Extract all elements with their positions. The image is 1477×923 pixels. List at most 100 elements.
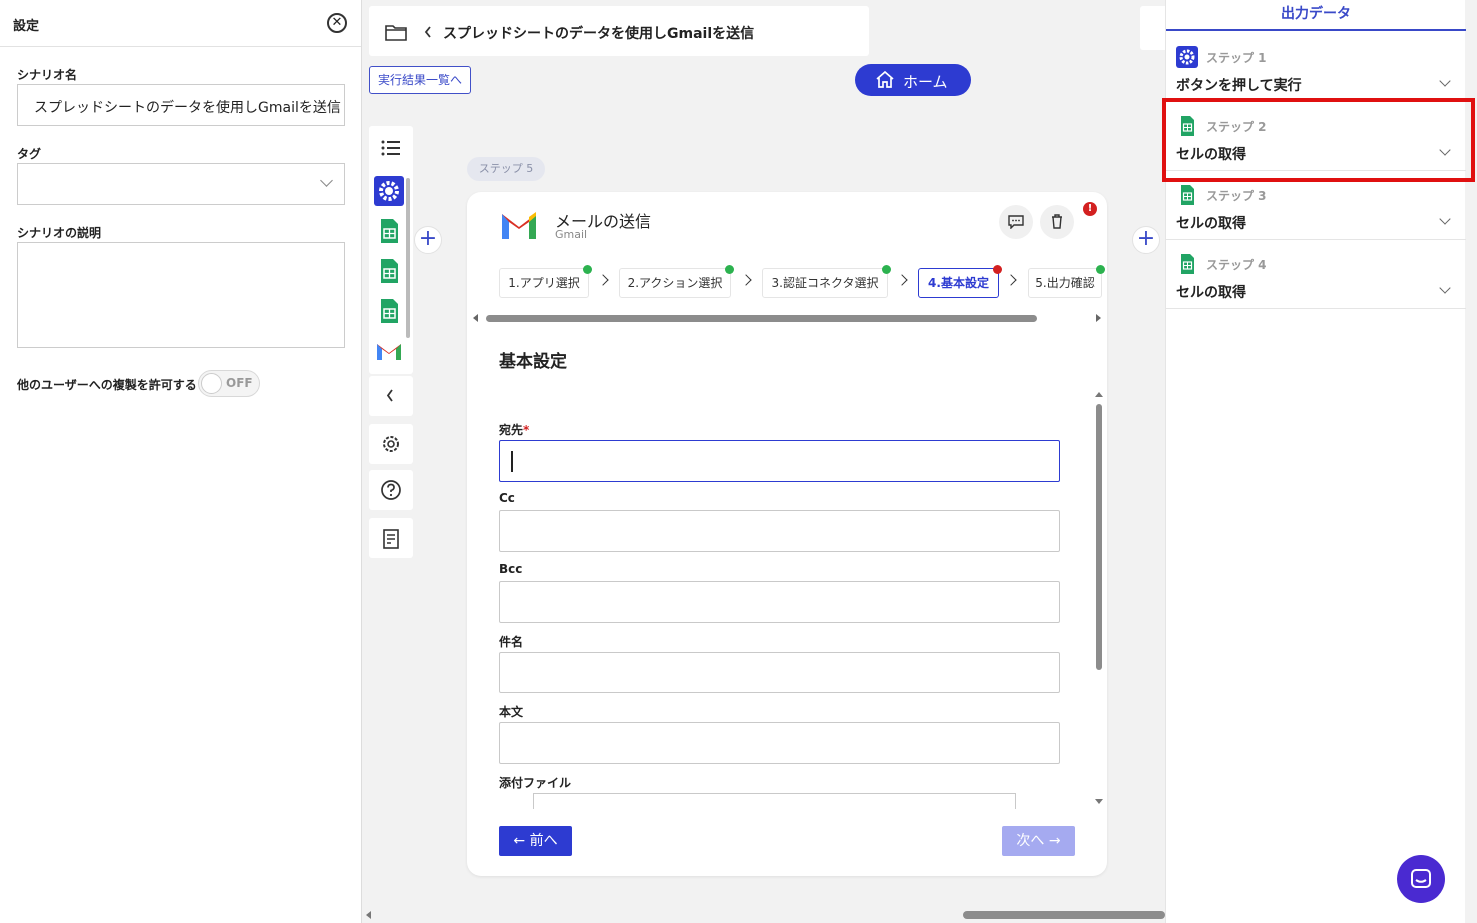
subject-input[interactable] (499, 652, 1060, 693)
step-label: ステップ 3 (1206, 189, 1267, 203)
collapse-button[interactable] (369, 376, 413, 416)
close-icon[interactable]: ✕ (327, 13, 347, 33)
tab-basic-settings[interactable]: 4.基本設定 (918, 265, 1002, 298)
step-name: セルの取得 (1176, 216, 1246, 232)
gmail-icon (502, 212, 536, 239)
scroll-up-arrow[interactable] (1095, 392, 1103, 397)
gmail-icon[interactable] (374, 338, 404, 368)
chevron-down-icon[interactable] (1439, 75, 1451, 87)
output-step-4[interactable]: ステップ 4 セルの取得 (1166, 240, 1466, 309)
step-name: ボタンを押して実行 (1176, 78, 1302, 94)
to-input[interactable] (499, 440, 1060, 482)
help-button[interactable] (369, 470, 413, 510)
sheets-icon[interactable] (374, 296, 404, 326)
toolbar-scrollbar[interactable] (406, 178, 410, 338)
gear-icon[interactable] (374, 176, 404, 206)
results-list-link[interactable]: 実行結果一覧へ (369, 66, 471, 94)
sheets-icon (1176, 253, 1198, 275)
to-label: 宛先* (499, 421, 529, 438)
prev-button[interactable]: ← 前へ (499, 826, 572, 856)
settings-button[interactable] (369, 424, 413, 464)
output-step-1[interactable]: ステップ 1 ボタンを押して実行 (1166, 33, 1466, 102)
sheets-icon[interactable] (374, 256, 404, 286)
scroll-left-arrow[interactable] (366, 911, 371, 919)
home-button-label: ホーム (903, 73, 948, 91)
scenario-name-input[interactable]: スプレッドシートのデータを使用しGmailを送信 (17, 84, 345, 126)
document-icon (383, 529, 399, 549)
comment-icon (1008, 215, 1024, 229)
log-button[interactable] (369, 518, 413, 558)
step-name: セルの取得 (1176, 285, 1246, 301)
app-subtitle: Gmail (555, 228, 588, 241)
tab-action-select[interactable]: 2.アクション選択 (619, 265, 734, 298)
home-button[interactable]: ホーム (855, 64, 971, 96)
chevron-left-icon (386, 389, 393, 402)
attachment-input[interactable] (533, 793, 1016, 809)
check-icon (882, 265, 891, 274)
folder-icon[interactable] (385, 23, 407, 41)
chevron-right-icon (597, 274, 609, 286)
check-icon (1096, 265, 1105, 274)
toggle-knob (201, 373, 222, 394)
tab-output-check[interactable]: 5.出力確認 (1028, 265, 1105, 298)
tab-app-select[interactable]: 1.アプリ選択 (499, 265, 592, 298)
required-mark: * (523, 423, 530, 437)
chat-icon (1411, 869, 1431, 888)
duplicate-permission-toggle[interactable]: OFF (198, 370, 260, 397)
body-input[interactable] (499, 722, 1060, 764)
cc-input[interactable] (499, 510, 1060, 552)
settings-panel: 設定 ✕ シナリオ名 スプレッドシートのデータを使用しGmailを送信 タグ シ… (0, 0, 362, 923)
help-icon (381, 480, 401, 500)
step-label: ステップ 1 (1206, 51, 1267, 65)
check-icon (725, 265, 734, 274)
gear-icon (1176, 46, 1198, 68)
sheets-icon[interactable] (374, 216, 404, 246)
chevron-down-icon[interactable] (1439, 282, 1451, 294)
description-label: シナリオの説明 (17, 226, 102, 240)
tag-label: タグ (17, 147, 42, 161)
tabs-scrollbar[interactable] (486, 315, 1037, 322)
scenario-name-label: シナリオ名 (17, 68, 78, 82)
add-step-button-right[interactable]: + (1132, 226, 1160, 254)
settings-header: 設定 ✕ (0, 0, 361, 47)
scroll-right-arrow[interactable] (1096, 314, 1101, 322)
tab-connector-select[interactable]: 3.認証コネクタ選択 (762, 265, 891, 298)
chevron-down-icon (320, 174, 333, 187)
bcc-input[interactable] (499, 581, 1060, 623)
scroll-left-arrow[interactable] (473, 314, 478, 322)
error-icon (993, 265, 1002, 274)
attachment-label: 添付ファイル (499, 776, 572, 790)
tab-label: 1.アプリ選択 (508, 276, 580, 290)
chevron-right-icon (896, 274, 908, 286)
error-icon: ! (1083, 202, 1097, 216)
scenario-title: スプレッドシートのデータを使用しGmailを送信 (443, 26, 755, 42)
delete-button[interactable] (1040, 205, 1074, 239)
tab-label: 2.アクション選択 (627, 276, 723, 290)
sheets-icon (1176, 184, 1198, 206)
form-scrollbar[interactable] (1096, 404, 1102, 670)
chat-button[interactable] (1397, 855, 1445, 903)
canvas-scrollbar[interactable] (963, 911, 1165, 919)
tab-label: 5.出力確認 (1035, 276, 1095, 290)
add-step-button-left[interactable]: + (414, 226, 442, 254)
check-icon (583, 265, 592, 274)
tag-select[interactable] (17, 163, 345, 205)
text-caret (511, 451, 513, 472)
scroll-down-arrow[interactable] (1095, 799, 1103, 804)
step-label: ステップ 4 (1206, 258, 1267, 272)
description-textarea[interactable] (17, 242, 345, 348)
bcc-label: Bcc (499, 562, 523, 576)
gear-icon (383, 436, 399, 452)
to-label-text: 宛先 (499, 423, 524, 437)
comment-button[interactable] (999, 205, 1033, 239)
step-card: メールの送信 Gmail ! 1.アプリ選択 2.アクション選択 3.認証コネク… (467, 192, 1107, 876)
output-data-title: 出力データ (1166, 0, 1466, 31)
next-button[interactable]: 次へ → (1002, 826, 1075, 856)
trash-icon (1052, 214, 1062, 229)
list-icon[interactable] (381, 140, 401, 156)
chevron-left-icon[interactable] (424, 26, 432, 38)
section-title: 基本設定 (499, 352, 567, 372)
duplicate-permission-label: 他のユーザーへの複製を許可する (17, 378, 197, 392)
tab-label: 3.認証コネクタ選択 (771, 276, 879, 290)
chevron-down-icon[interactable] (1439, 213, 1451, 225)
